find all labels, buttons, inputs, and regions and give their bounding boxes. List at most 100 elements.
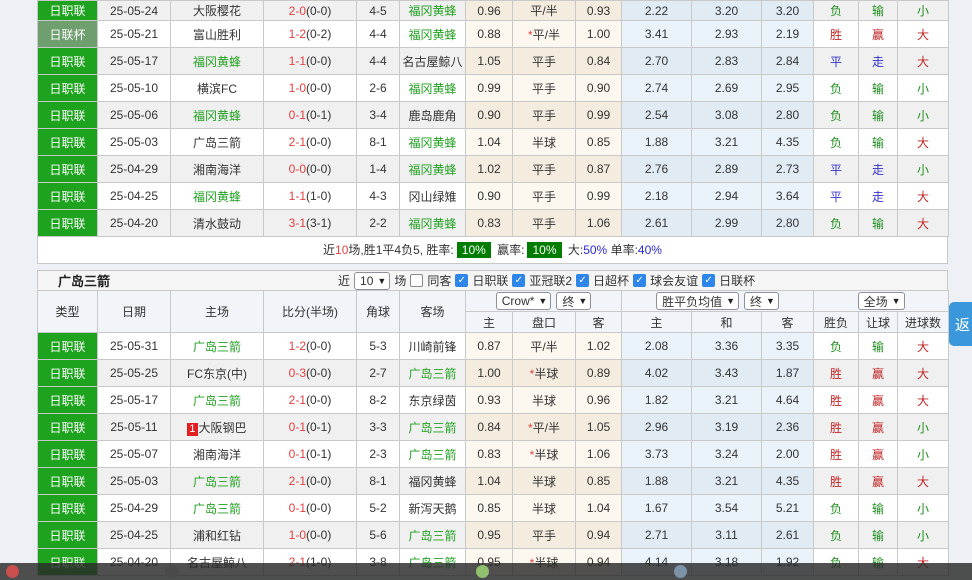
home-team-link[interactable]: 浦和红钻	[193, 529, 241, 543]
result-goals: 小	[898, 522, 949, 549]
home-team-cell: 广岛三箭	[171, 495, 264, 522]
league-filter-checkbox[interactable]: ✓	[455, 274, 468, 287]
match-date: 25-05-06	[98, 102, 171, 129]
away-team-link[interactable]: 新泻天鹅	[408, 502, 456, 516]
halftime-score: (0-0)	[306, 528, 331, 542]
match-date: 25-05-07	[98, 441, 171, 468]
ah-away-odds: 1.06	[576, 441, 622, 468]
home-team-link[interactable]: FC东京(中)	[187, 367, 247, 381]
home-team-link[interactable]: 广岛三箭	[193, 475, 241, 489]
away-team-link[interactable]: 福冈黄蜂	[408, 136, 456, 150]
home-team-link[interactable]: 大阪钢巴	[199, 421, 247, 435]
side-panel-button[interactable]: 返	[949, 302, 972, 346]
league-badge: 日职联	[38, 75, 98, 102]
bookmaker-select[interactable]: Crow*▼	[496, 292, 552, 310]
taskbar[interactable]	[0, 563, 972, 580]
period-select[interactable]: 全场▼	[858, 292, 905, 310]
away-team-cell: 川崎前锋	[400, 333, 466, 360]
subcol-ah-line: 盘口	[513, 312, 576, 333]
home-team-link[interactable]: 福冈黄蜂	[193, 109, 241, 123]
result-outcome: 负	[814, 102, 859, 129]
eu-draw-odds: 3.21	[692, 468, 762, 495]
fulltime-score: 0-1	[289, 501, 306, 515]
corners-cell: 5-3	[357, 333, 400, 360]
eu-home-odds: 1.88	[622, 468, 692, 495]
away-team-link[interactable]: 福冈黄蜂	[408, 217, 456, 231]
away-team-link[interactable]: 冈山绿雉	[408, 190, 456, 204]
league-filter-checkbox[interactable]: ✓	[633, 274, 646, 287]
away-team-link[interactable]: 广岛三箭	[408, 448, 456, 462]
eu-away-odds: 3.64	[762, 183, 814, 210]
ah-home-odds: 0.90	[466, 183, 513, 210]
home-team-link[interactable]: 清水鼓动	[193, 217, 241, 231]
eu-draw-odds: 3.11	[692, 522, 762, 549]
taskbar-app-icon[interactable]	[476, 565, 489, 578]
fukuoka-recent-matches-table: 日职联25-05-24大阪樱花2-0(0-0)4-5福冈黄蜂0.96平/半0.9…	[37, 0, 949, 237]
taskbar-app-icon[interactable]	[674, 565, 687, 578]
away-team-link[interactable]: 福冈黄蜂	[408, 163, 456, 177]
fulltime-score: 1-2	[289, 339, 306, 353]
eu-away-odds: 2.61	[762, 522, 814, 549]
taskbar-app-icon[interactable]	[165, 565, 178, 578]
fulltime-score: 0-3	[289, 366, 306, 380]
same-away-checkbox[interactable]	[410, 274, 423, 287]
result-handicap: 赢	[859, 21, 898, 48]
result-handicap: 赢	[859, 441, 898, 468]
league-filter-checkbox[interactable]: ✓	[576, 274, 589, 287]
away-team-link[interactable]: 福冈黄蜂	[408, 475, 456, 489]
home-team-link[interactable]: 富山胜利	[193, 28, 241, 42]
league-filter-checkbox[interactable]: ✓	[702, 274, 715, 287]
ah-home-odds: 0.85	[466, 495, 513, 522]
away-team-link[interactable]: 广岛三箭	[408, 529, 456, 543]
match-row: 日职联25-05-25FC东京(中)0-3(0-0)2-7广岛三箭1.00*半球…	[38, 360, 949, 387]
eu-home-odds: 2.08	[622, 333, 692, 360]
away-team-cell: 名古屋鲸八	[400, 48, 466, 75]
away-team-link[interactable]: 广岛三箭	[408, 367, 456, 381]
away-team-link[interactable]: 川崎前锋	[408, 340, 456, 354]
halftime-score: (0-1)	[306, 447, 331, 461]
score-cell: 0-1(0-0)	[264, 495, 357, 522]
home-team-link[interactable]: 广岛三箭	[193, 394, 241, 408]
match-row: 日职联25-05-17广岛三箭2-1(0-0)8-2东京绿茵0.93半球0.96…	[38, 387, 949, 414]
home-team-cell: 大阪樱花	[171, 1, 264, 21]
league-filter-checkbox[interactable]: ✓	[512, 274, 525, 287]
score-cell: 2-1(0-0)	[264, 387, 357, 414]
home-team-link[interactable]: 广岛三箭	[193, 340, 241, 354]
home-team-link[interactable]: 大阪樱花	[193, 4, 241, 18]
away-team-link[interactable]: 东京绿茵	[408, 394, 456, 408]
result-handicap: 走	[859, 156, 898, 183]
home-team-link[interactable]: 湘南海洋	[193, 448, 241, 462]
halftime-score: (0-0)	[306, 135, 331, 149]
corners-cell: 1-4	[357, 156, 400, 183]
away-team-link[interactable]: 福冈黄蜂	[408, 4, 456, 18]
europe-odds-select[interactable]: 胜平负均值▼	[656, 292, 739, 310]
corners-cell: 5-6	[357, 522, 400, 549]
home-team-link[interactable]: 福冈黄蜂	[193, 190, 241, 204]
col-header-corners: 角球	[357, 291, 400, 333]
eu-away-odds: 2.80	[762, 102, 814, 129]
handicap-final-select[interactable]: 终▼	[556, 292, 591, 310]
away-team-link[interactable]: 福冈黄蜂	[408, 82, 456, 96]
eu-home-odds: 2.61	[622, 210, 692, 237]
away-team-link[interactable]: 广岛三箭	[408, 421, 456, 435]
home-team-link[interactable]: 广岛三箭	[193, 502, 241, 516]
away-team-link[interactable]: 名古屋鲸八	[402, 55, 462, 69]
europe-final-select[interactable]: 终▼	[744, 292, 779, 310]
match-row: 日职联25-05-17福冈黄蜂1-1(0-0)4-4名古屋鲸八1.05平手0.8…	[38, 48, 949, 75]
win-rate-badge: 10%	[457, 242, 491, 258]
match-date: 25-05-10	[98, 75, 171, 102]
away-team-link[interactable]: 鹿岛鹿角	[408, 109, 456, 123]
home-team-link[interactable]: 横滨FC	[197, 82, 237, 96]
match-count-select[interactable]: 10▼	[354, 272, 390, 290]
away-team-cell: 福冈黄蜂	[400, 468, 466, 495]
score-cell: 0-1(0-1)	[264, 441, 357, 468]
result-goals: 大	[898, 210, 949, 237]
home-team-link[interactable]: 广岛三箭	[193, 136, 241, 150]
taskbar-app-icon[interactable]	[6, 565, 19, 578]
match-row: 日职联25-05-31广岛三箭1-2(0-0)5-3川崎前锋0.87平/半1.0…	[38, 333, 949, 360]
away-team-link[interactable]: 福冈黄蜂	[408, 28, 456, 42]
home-team-link[interactable]: 福冈黄蜂	[193, 55, 241, 69]
home-team-link[interactable]: 湘南海洋	[193, 163, 241, 177]
match-date: 25-05-11	[98, 414, 171, 441]
eu-home-odds: 1.82	[622, 387, 692, 414]
